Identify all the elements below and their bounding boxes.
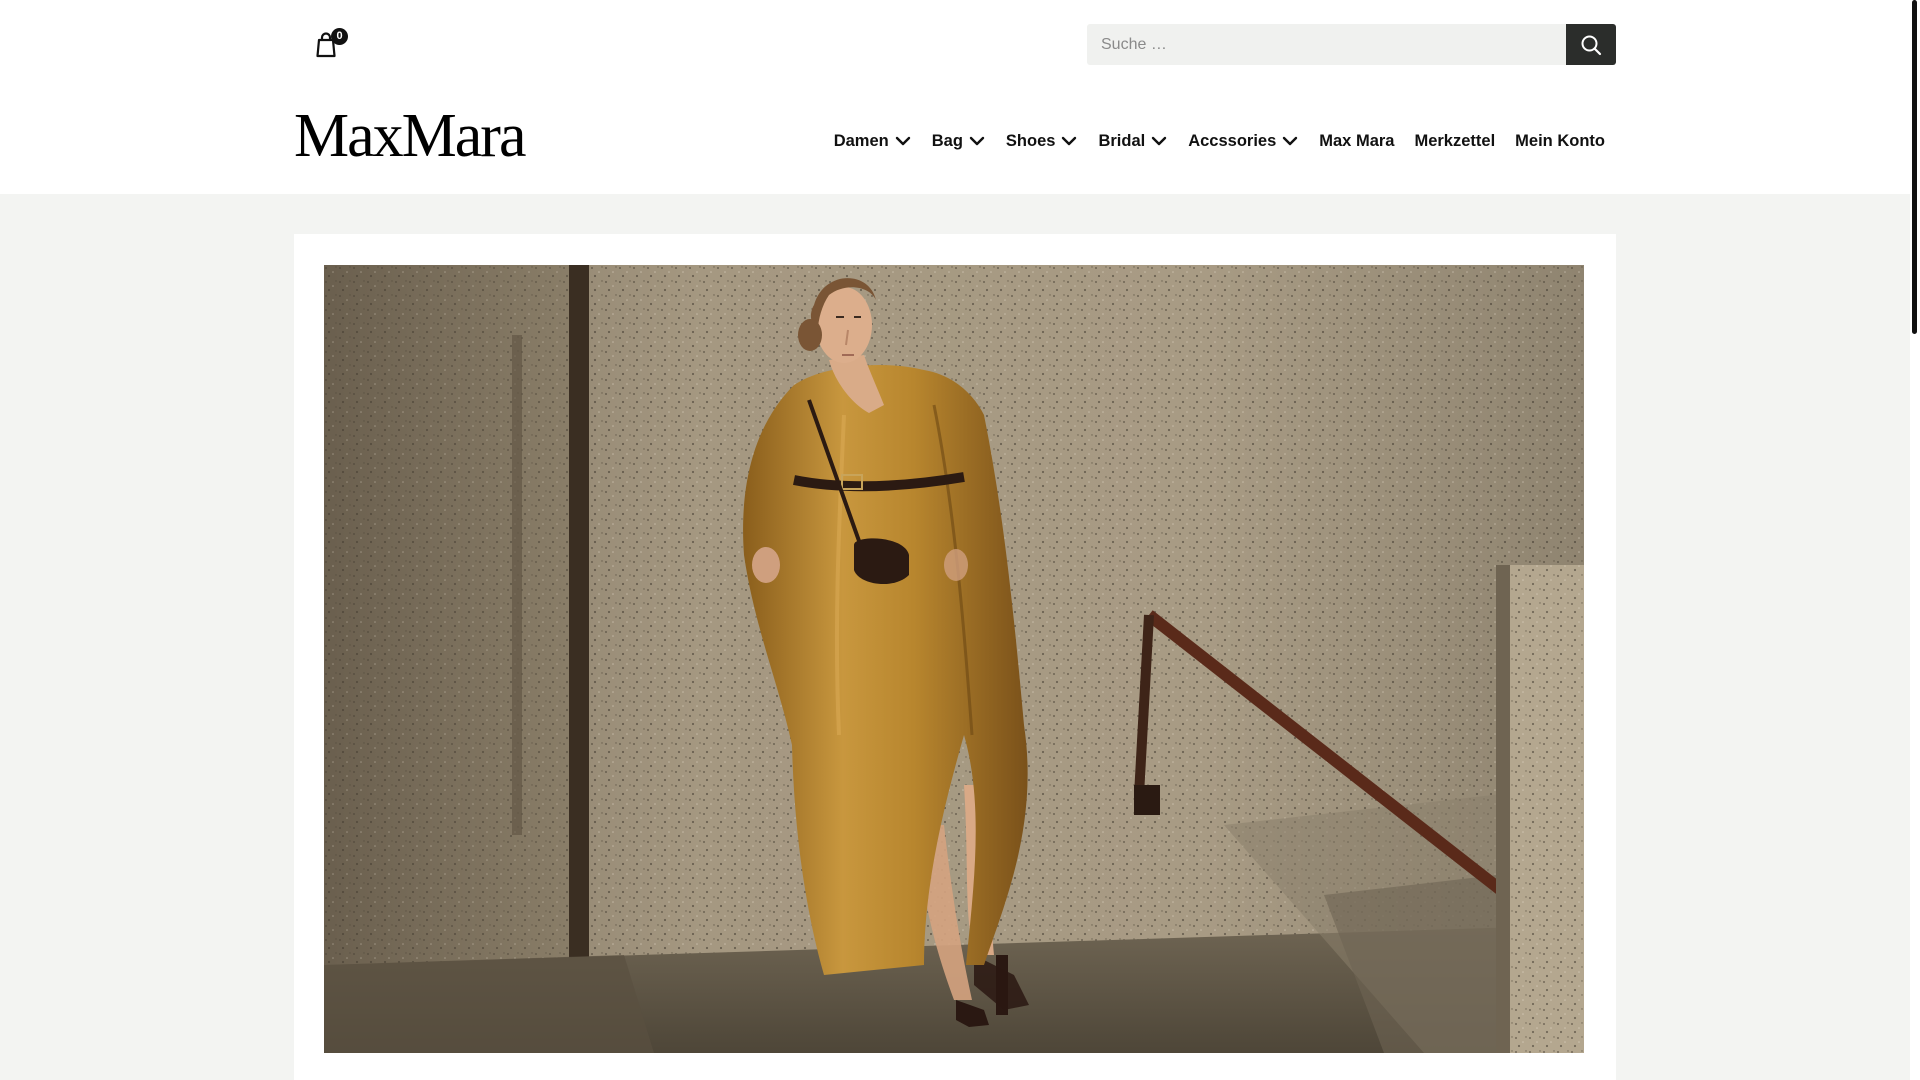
nav-item-label: Shoes	[1005, 131, 1056, 150]
scrollbar-thumb[interactable]	[1912, 0, 1917, 334]
page-scrollbar[interactable]	[1910, 0, 1920, 1080]
site-header: 0 MaxMara Damen Bag	[0, 0, 1910, 194]
content-card	[294, 234, 1616, 1080]
nav-item-label: Bridal	[1098, 131, 1146, 150]
cart-count-badge: 0	[331, 28, 348, 45]
hero-image[interactable]	[324, 265, 1584, 1053]
page: 0 MaxMara Damen Bag	[0, 0, 1920, 1080]
hero-photo-illustration	[324, 265, 1584, 1053]
search-input[interactable]	[1087, 24, 1566, 65]
search-icon	[1581, 35, 1602, 55]
nav-item-merkzettel[interactable]: Merkzettel	[1414, 132, 1495, 151]
chevron-down-icon	[1150, 135, 1168, 147]
nav-item-shoes[interactable]: Shoes	[1006, 132, 1079, 151]
nav-item-bag[interactable]: Bag	[932, 132, 986, 151]
site-logo[interactable]: MaxMara	[294, 105, 526, 167]
chevron-down-icon	[1281, 135, 1299, 147]
nav-item-damen[interactable]: Damen	[834, 132, 912, 151]
nav-item-label: Accssories	[1188, 131, 1277, 150]
nav-item-label: Max Mara	[1319, 131, 1395, 150]
cart-button[interactable]: 0	[310, 28, 350, 60]
nav-item-max-mara[interactable]: Max Mara	[1319, 132, 1394, 151]
nav-item-label: Mein Konto	[1515, 131, 1605, 150]
main-navigation: Damen Bag Shoes Bridal Accssories Max Ma…	[814, 126, 1605, 156]
chevron-down-icon	[894, 135, 912, 147]
search-button[interactable]	[1566, 24, 1616, 65]
nav-item-bridal[interactable]: Bridal	[1098, 132, 1168, 151]
nav-item-accessories[interactable]: Accssories	[1188, 132, 1299, 151]
search-form	[1087, 24, 1616, 65]
chevron-down-icon	[968, 135, 986, 147]
chevron-down-icon	[1060, 135, 1078, 147]
nav-item-label: Bag	[931, 131, 963, 150]
nav-item-label: Merkzettel	[1414, 131, 1496, 150]
nav-item-label: Damen	[833, 131, 889, 150]
nav-item-mein-konto[interactable]: Mein Konto	[1515, 132, 1605, 151]
